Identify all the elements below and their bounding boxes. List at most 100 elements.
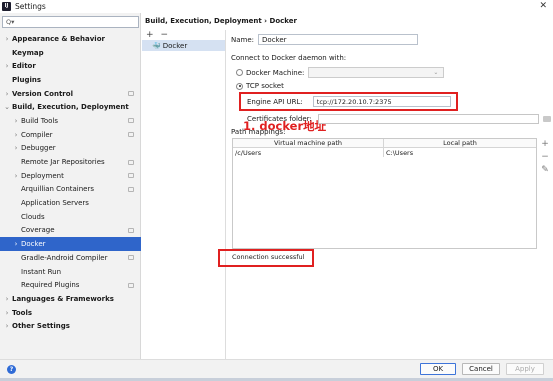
- project-scope-icon: [128, 91, 134, 97]
- docker-machine-select[interactable]: ⌄: [308, 67, 445, 78]
- list-item-docker[interactable]: 🐳 Docker: [142, 40, 225, 51]
- apply-button[interactable]: Apply: [506, 363, 544, 375]
- sidebar-item-docker[interactable]: › Docker: [0, 237, 141, 251]
- chevron-right-icon[interactable]: ›: [12, 131, 20, 139]
- sidebar-item-tools[interactable]: › Tools: [0, 306, 141, 320]
- sidebar-item-label: Debugger: [21, 144, 56, 153]
- folder-icon[interactable]: [542, 116, 551, 122]
- chevron-right-icon[interactable]: ›: [3, 295, 11, 303]
- chevron-right-icon[interactable]: ›: [3, 322, 11, 330]
- table-row[interactable]: /c/Users C:\Users: [233, 148, 536, 157]
- certificates-folder-field[interactable]: [317, 114, 539, 124]
- sidebar-item-build-tools[interactable]: › Build Tools: [0, 114, 141, 128]
- path-mappings-row: Path mappings:: [231, 128, 285, 136]
- sidebar-item-version-control[interactable]: › Version Control: [0, 87, 141, 101]
- chevron-down-icon[interactable]: ⌄: [3, 103, 11, 111]
- chevron-right-icon[interactable]: ›: [3, 62, 11, 70]
- edit-mapping-icon[interactable]: ✎: [541, 164, 549, 177]
- settings-tree: › Appearance & Behavior Keymap › Editor Plugi…: [0, 32, 141, 333]
- title-bar: IJ Settings ✕: [0, 0, 553, 12]
- sidebar-item-label: Instant Run: [21, 267, 62, 276]
- sidebar-item-clouds[interactable]: Clouds: [0, 210, 141, 224]
- remove-mapping-icon[interactable]: −: [541, 151, 549, 164]
- sidebar-item-instant-run[interactable]: Instant Run: [0, 265, 141, 279]
- sidebar-item-required-plugins[interactable]: Required Plugins: [0, 278, 141, 292]
- project-scope-icon: [128, 118, 134, 124]
- local-path-cell[interactable]: C:\Users: [384, 148, 536, 157]
- sidebar-item-label: Compiler: [21, 130, 53, 139]
- sidebar-item-deployment[interactable]: › Deployment: [0, 169, 141, 183]
- sidebar-item-label: Build Tools: [21, 116, 59, 125]
- sidebar-item-label: Tools: [12, 308, 33, 317]
- sidebar-item-label: Clouds: [21, 212, 45, 221]
- chevron-right-icon[interactable]: ›: [3, 90, 11, 98]
- name-label: Name:: [231, 35, 255, 44]
- project-scope-icon: [128, 186, 134, 192]
- sidebar-item-label: Remote Jar Repositories: [21, 158, 105, 167]
- sidebar-item-label: Deployment: [21, 171, 64, 180]
- chevron-right-icon[interactable]: ›: [12, 172, 20, 180]
- window-title: Settings: [15, 1, 46, 11]
- search-input[interactable]: Q▾: [2, 16, 139, 28]
- sidebar-item-compiler[interactable]: › Compiler: [0, 128, 141, 142]
- sidebar-item-languages-frameworks[interactable]: › Languages & Frameworks: [0, 292, 141, 306]
- sidebar-item-label: Build, Execution, Deployment: [12, 103, 129, 112]
- cancel-button[interactable]: Cancel: [462, 363, 500, 375]
- sidebar-item-label: Editor: [12, 62, 36, 71]
- sidebar-item-label: Gradle-Android Compiler: [21, 253, 108, 262]
- sidebar-item-coverage[interactable]: Coverage: [0, 224, 141, 238]
- name-row: Name: Docker: [231, 34, 419, 45]
- table-header: Virtual machine path Local path: [233, 139, 536, 148]
- docker-icon: 🐳: [152, 41, 161, 50]
- list-item-label: Docker: [162, 41, 188, 50]
- sidebar-item-keymap[interactable]: Keymap: [0, 46, 141, 60]
- sidebar-item-label: Required Plugins: [21, 281, 80, 290]
- sidebar-item-debugger[interactable]: › Debugger: [0, 142, 141, 156]
- sidebar-item-label: Languages & Frameworks: [12, 294, 114, 303]
- sidebar-item-application-servers[interactable]: Application Servers: [0, 196, 141, 210]
- tcp-socket-row: TCP socket: [236, 82, 284, 90]
- project-scope-icon: [128, 132, 134, 138]
- tcp-socket-label: TCP socket: [246, 82, 284, 90]
- sidebar-item-plugins[interactable]: Plugins: [0, 73, 141, 87]
- highlight-box-status: [218, 249, 314, 267]
- remove-icon[interactable]: −: [161, 30, 169, 40]
- app-icon: IJ: [2, 1, 11, 11]
- sidebar-item-remote-jar-repositories[interactable]: Remote Jar Repositories: [0, 155, 141, 169]
- tcp-socket-radio[interactable]: [236, 82, 243, 90]
- cert-label: Certificates folder:: [247, 115, 312, 123]
- sidebar-item-build-execution-deployment[interactable]: ⌄ Build, Execution, Deployment: [0, 100, 141, 114]
- sidebar-item-other-settings[interactable]: › Other Settings: [0, 319, 141, 333]
- vm-path-cell[interactable]: /c/Users: [233, 148, 384, 157]
- chevron-right-icon[interactable]: ›: [12, 117, 20, 125]
- sidebar-item-label: Keymap: [12, 48, 44, 57]
- help-icon[interactable]: ?: [7, 365, 16, 374]
- path-mappings-label: Path mappings:: [231, 128, 286, 136]
- column-header-vm-path[interactable]: Virtual machine path: [233, 139, 384, 147]
- add-mapping-icon[interactable]: +: [541, 138, 549, 151]
- sidebar-item-label: Appearance & Behavior: [12, 34, 105, 43]
- main-panel: Build, Execution, Deployment › Docker + …: [142, 13, 553, 359]
- chevron-right-icon[interactable]: ›: [3, 35, 11, 43]
- docker-config-list: + − 🐳 Docker: [142, 30, 226, 359]
- project-scope-icon: [128, 227, 134, 233]
- docker-machine-label: Docker Machine:: [246, 68, 305, 77]
- chevron-right-icon[interactable]: ›: [12, 144, 20, 152]
- sidebar-item-appearance-behavior[interactable]: › Appearance & Behavior: [0, 32, 141, 46]
- chevron-right-icon[interactable]: ›: [3, 309, 11, 317]
- highlight-box-engine-api: [239, 92, 458, 111]
- sidebar-item-arquillian-containers[interactable]: Arquillian Containers: [0, 183, 141, 197]
- close-icon[interactable]: ✕: [539, 0, 547, 12]
- sidebar-item-label: Application Servers: [21, 199, 89, 208]
- ok-button[interactable]: OK: [420, 363, 456, 375]
- breadcrumb: Build, Execution, Deployment › Docker: [145, 17, 297, 25]
- docker-machine-radio[interactable]: [236, 69, 243, 76]
- connect-label: Connect to Docker daemon with:: [231, 54, 347, 62]
- sidebar-item-editor[interactable]: › Editor: [0, 59, 141, 73]
- chevron-right-icon[interactable]: ›: [12, 240, 20, 248]
- sidebar-item-gradle-android-compiler[interactable]: Gradle-Android Compiler: [0, 251, 141, 265]
- project-scope-icon: [128, 173, 134, 179]
- column-header-local-path[interactable]: Local path: [384, 139, 536, 147]
- add-icon[interactable]: +: [146, 30, 154, 40]
- name-field[interactable]: Docker: [258, 34, 419, 45]
